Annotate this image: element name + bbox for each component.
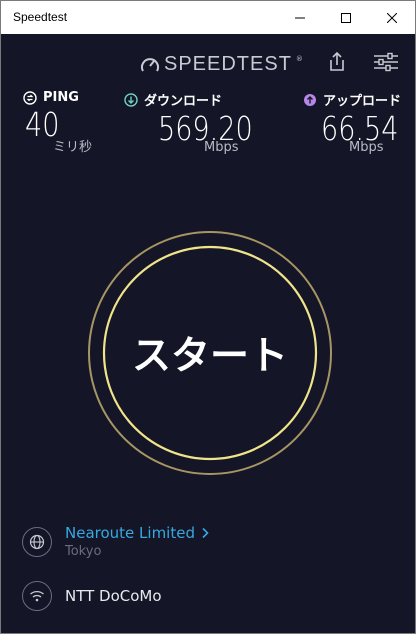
share-button[interactable]: [327, 50, 347, 78]
speedtest-logo: SPEEDTEST ®: [140, 53, 303, 76]
trademark-mark: ®: [295, 55, 303, 63]
ping-header: PING: [23, 90, 92, 105]
download-arrow-icon: [124, 92, 138, 107]
ping-label: PING: [43, 90, 79, 105]
settings-button[interactable]: [373, 50, 399, 78]
maximize-button[interactable]: [323, 1, 369, 34]
upload-label: アップロード: [323, 94, 402, 109]
isp-icon-wrap: [22, 581, 52, 611]
maximize-icon: [341, 12, 351, 23]
settings-sliders-icon: [374, 52, 398, 72]
download-label: ダウンロード: [144, 94, 223, 109]
server-text: Nearoute Limited Tokyo: [65, 524, 209, 559]
ping-icon: [23, 90, 37, 105]
server-row[interactable]: Nearoute Limited Tokyo: [22, 524, 209, 559]
gauge-logo-icon: [141, 57, 159, 71]
minimize-button[interactable]: [277, 1, 323, 34]
server-location: Tokyo: [65, 544, 102, 559]
logo-text: SPEEDTEST: [164, 53, 292, 75]
isp-text: NTT DoCoMo: [65, 587, 162, 605]
window-title: Speedtest: [13, 10, 68, 24]
server-name: Nearoute Limited: [65, 524, 195, 542]
server-link[interactable]: Nearoute Limited: [65, 524, 209, 542]
close-icon: [387, 12, 397, 23]
upload-header: アップロード: [303, 90, 415, 109]
isp-row: NTT DoCoMo: [22, 581, 162, 611]
globe-icon: [29, 534, 45, 549]
ping-value: 40: [25, 105, 60, 144]
server-icon-wrap: [22, 526, 52, 557]
start-button[interactable]: スタート: [83, 226, 337, 480]
isp-name: NTT DoCoMo: [65, 587, 162, 605]
download-metric: ダウンロード 569.20 Mbps: [124, 90, 273, 155]
title-bar: Speedtest: [1, 1, 415, 34]
share-icon: [330, 51, 344, 71]
upload-arrow-icon: [304, 93, 316, 106]
ping-metric: PING 40 ミリ秒: [23, 90, 92, 155]
chevron-right-icon: [202, 527, 209, 539]
app-content: SPEEDTEST ® PING 40 ミリ秒 ダウンロード 569.20 Mb…: [1, 34, 415, 633]
download-header: ダウンロード: [124, 90, 273, 109]
wifi-icon: [30, 590, 44, 602]
upload-value: 66.54: [321, 109, 399, 148]
download-value: 569.20: [158, 109, 253, 148]
app-window: Speedtest SPEEDTEST ® PING 40 ミリ秒 ダウンロード…: [0, 0, 416, 634]
upload-metric: アップロード 66.54 Mbps: [303, 90, 415, 155]
minimize-icon: [295, 17, 305, 18]
start-label: スタート: [131, 334, 288, 379]
close-button[interactable]: [369, 1, 415, 34]
